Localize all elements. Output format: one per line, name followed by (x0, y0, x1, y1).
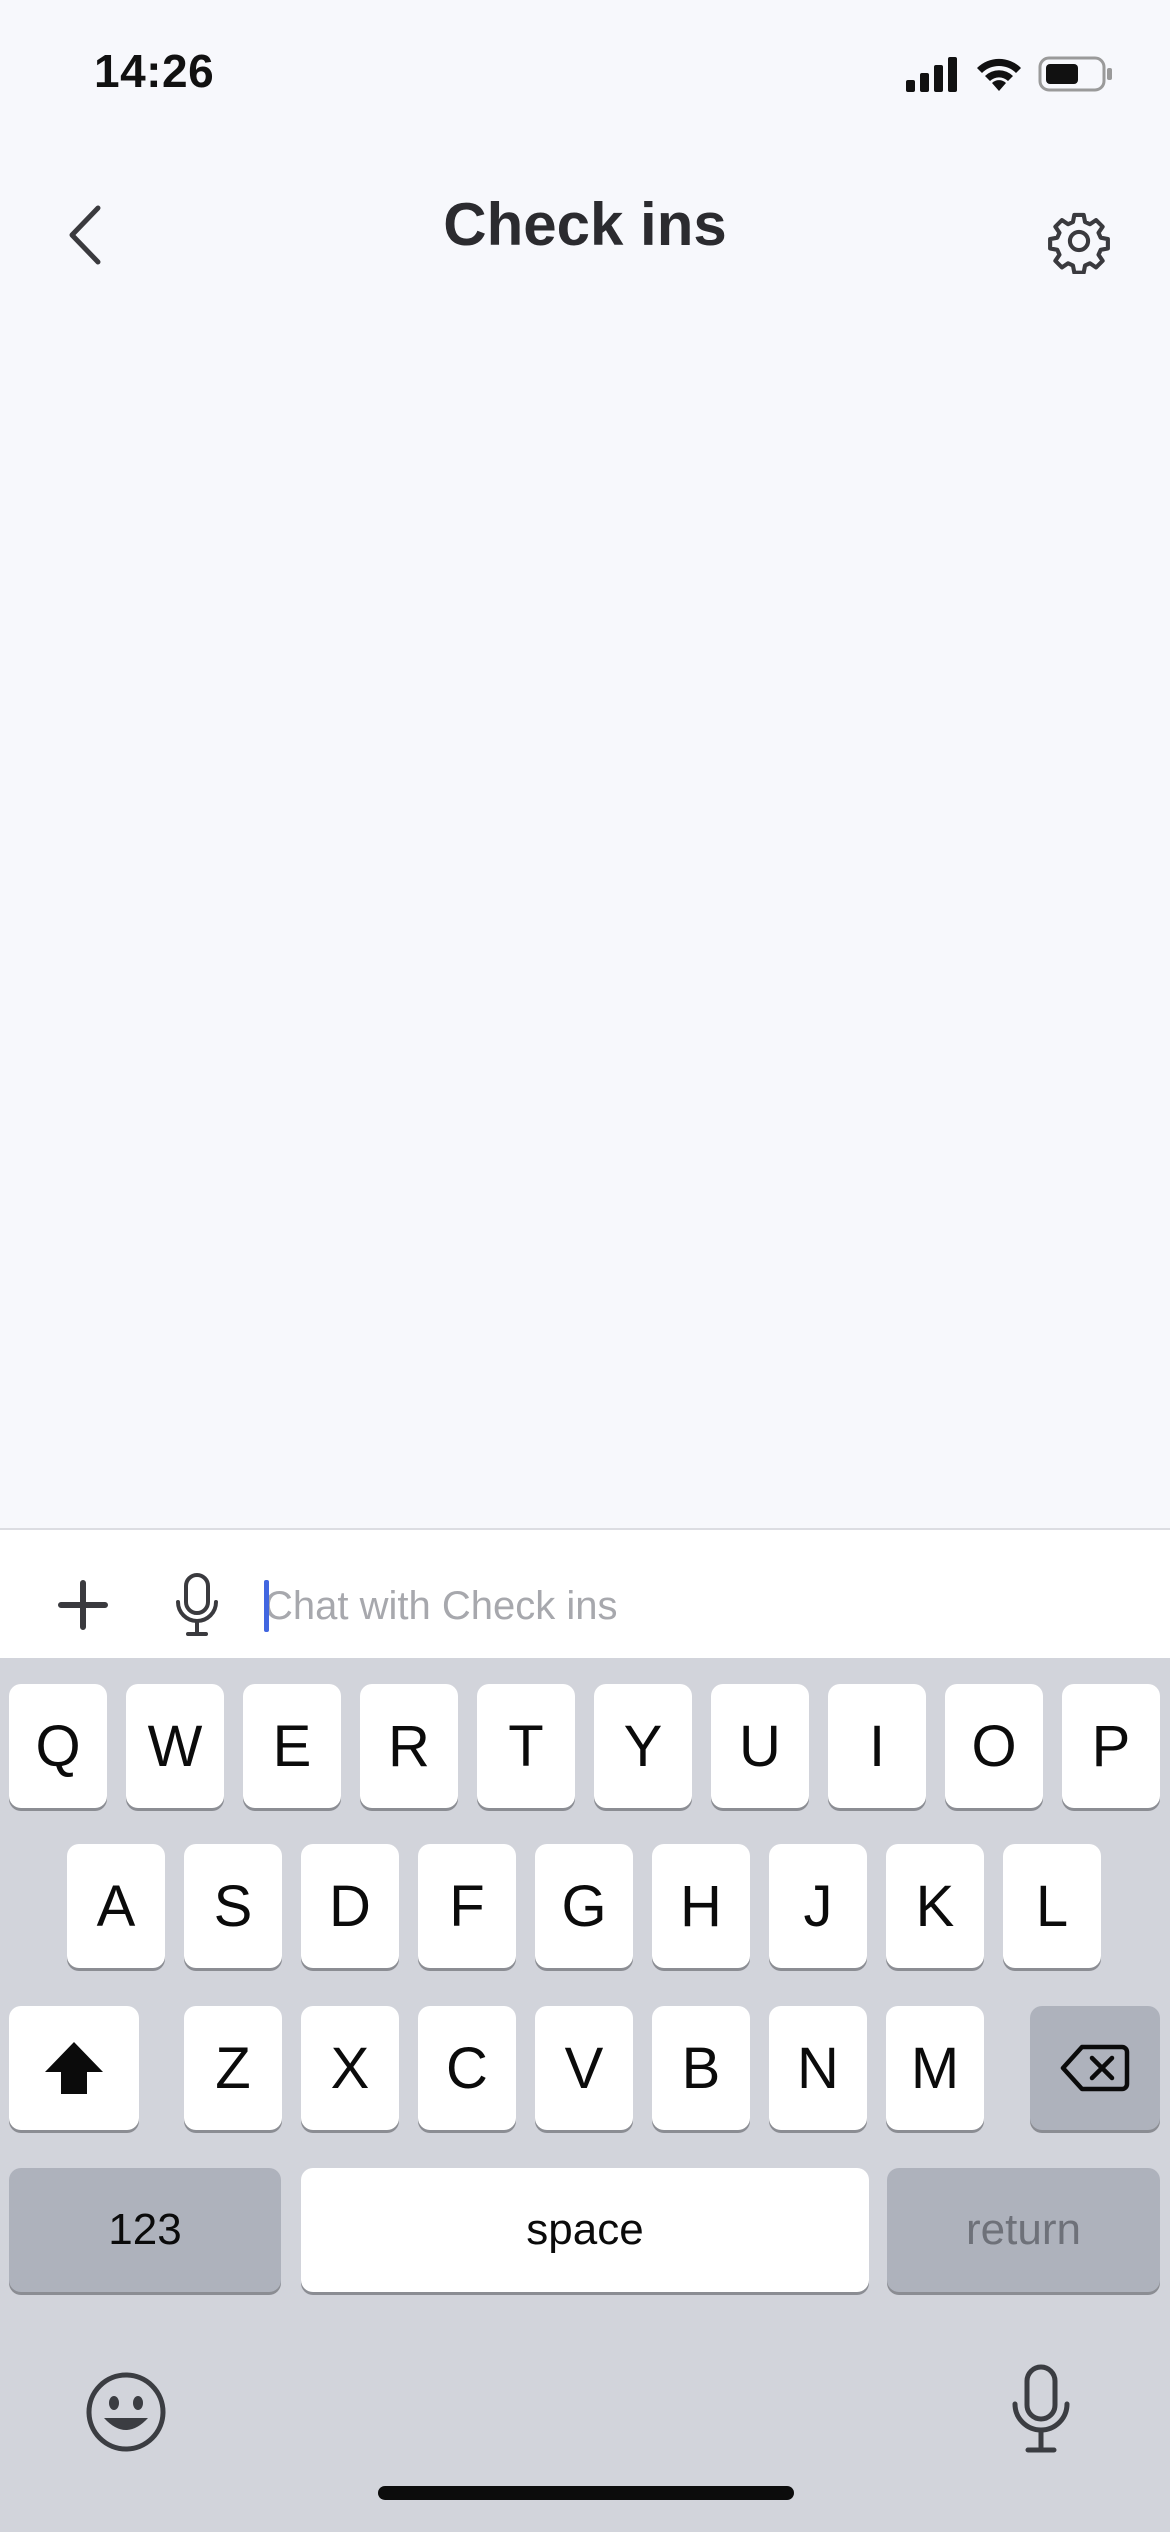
microphone-icon (176, 1573, 218, 1636)
message-list (0, 320, 1170, 1520)
add-attachment-button[interactable] (56, 1578, 110, 1632)
battery-icon (1038, 56, 1112, 92)
shift-key[interactable] (9, 2006, 139, 2130)
emoji-button[interactable] (84, 2370, 168, 2454)
key-i[interactable]: I (828, 1684, 926, 1808)
key-n[interactable]: N (769, 2006, 867, 2130)
key-b[interactable]: B (652, 2006, 750, 2130)
key-t[interactable]: T (477, 1684, 575, 1808)
key-u[interactable]: U (711, 1684, 809, 1808)
page-title: Check ins (443, 191, 727, 258)
key-g[interactable]: G (535, 1844, 633, 1968)
key-w[interactable]: W (126, 1684, 224, 1808)
key-p[interactable]: P (1062, 1684, 1160, 1808)
key-h[interactable]: H (652, 1844, 750, 1968)
cellular-signal-icon (906, 57, 957, 92)
message-composer (0, 1528, 1170, 1660)
key-x[interactable]: X (301, 2006, 399, 2130)
numbers-key[interactable]: 123 (9, 2168, 281, 2292)
text-cursor (264, 1580, 269, 1632)
space-key[interactable]: space (301, 2168, 869, 2292)
status-icons (906, 52, 1114, 96)
backspace-icon (1060, 2044, 1130, 2092)
key-m[interactable]: M (886, 2006, 984, 2130)
dictation-button[interactable] (1010, 2364, 1072, 2456)
key-o[interactable]: O (945, 1684, 1043, 1808)
return-key[interactable]: return (887, 2168, 1160, 2292)
emoji-icon (86, 2372, 166, 2452)
on-screen-keyboard: Q W E R T Y U I O P A S D F G H J K L Z … (0, 1658, 1170, 2532)
key-y[interactable]: Y (594, 1684, 692, 1808)
key-a[interactable]: A (67, 1844, 165, 1968)
key-z[interactable]: Z (184, 2006, 282, 2130)
voice-input-button[interactable] (172, 1572, 222, 1638)
key-s[interactable]: S (184, 1844, 282, 1968)
shift-icon (45, 2042, 103, 2094)
delete-key[interactable] (1030, 2006, 1160, 2130)
plus-icon (58, 1580, 108, 1630)
key-q[interactable]: Q (9, 1684, 107, 1808)
key-d[interactable]: D (301, 1844, 399, 1968)
key-j[interactable]: J (769, 1844, 867, 1968)
key-f[interactable]: F (418, 1844, 516, 1968)
key-k[interactable]: K (886, 1844, 984, 1968)
key-r[interactable]: R (360, 1684, 458, 1808)
key-v[interactable]: V (535, 2006, 633, 2130)
key-c[interactable]: C (418, 2006, 516, 2130)
status-time: 14:26 (94, 45, 215, 97)
chat-input[interactable] (264, 1566, 1124, 1646)
home-indicator[interactable] (378, 2486, 794, 2500)
microphone-icon (1012, 2364, 1070, 2453)
wifi-icon (977, 58, 1021, 91)
gear-icon (1048, 212, 1110, 275)
key-l[interactable]: L (1003, 1844, 1101, 1968)
settings-button[interactable] (1046, 208, 1112, 275)
key-e[interactable]: E (243, 1684, 341, 1808)
